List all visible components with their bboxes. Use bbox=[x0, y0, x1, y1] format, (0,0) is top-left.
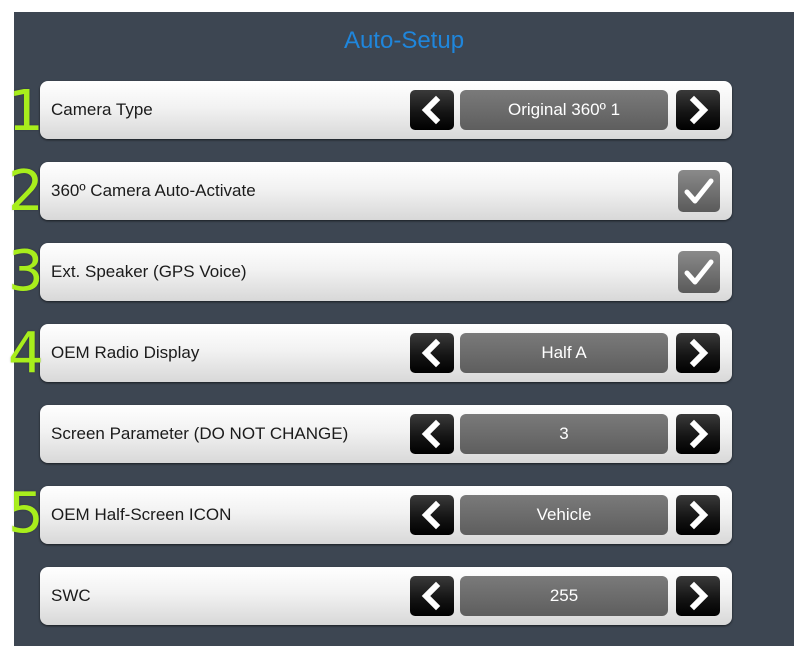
setting-row-screen-parameter: Screen Parameter (DO NOT CHANGE) 3 bbox=[40, 405, 732, 463]
chevron-left-icon bbox=[421, 581, 441, 611]
checkmark-icon bbox=[684, 259, 714, 285]
setting-label: OEM Half-Screen ICON bbox=[51, 505, 232, 524]
checkmark-icon bbox=[684, 178, 714, 204]
annotation-marker-5: 5 bbox=[8, 481, 44, 546]
next-option-button[interactable] bbox=[676, 495, 720, 535]
chevron-left-icon bbox=[421, 419, 441, 449]
previous-option-button[interactable] bbox=[410, 90, 454, 130]
next-option-button[interactable] bbox=[676, 576, 720, 616]
setting-row-oem-half-screen-icon: OEM Half-Screen ICON Vehicle bbox=[40, 486, 732, 544]
auto-activate-checkbox[interactable] bbox=[678, 170, 720, 212]
previous-option-button[interactable] bbox=[410, 576, 454, 616]
setting-row-swc: SWC 255 bbox=[40, 567, 732, 625]
setting-row-ext-speaker[interactable]: Ext. Speaker (GPS Voice) bbox=[40, 243, 732, 301]
next-option-button[interactable] bbox=[676, 333, 720, 373]
annotation-marker-4: 4 bbox=[8, 321, 44, 386]
next-option-button[interactable] bbox=[676, 90, 720, 130]
setting-row-camera-auto-activate[interactable]: 360º Camera Auto-Activate bbox=[40, 162, 732, 220]
auto-setup-screen: Auto-Setup Camera Type Original 360º 1 3… bbox=[14, 12, 794, 646]
option-value: Half A bbox=[460, 333, 668, 373]
next-option-button[interactable] bbox=[676, 414, 720, 454]
setting-label: Camera Type bbox=[51, 100, 153, 119]
annotation-marker-3: 3 bbox=[8, 239, 44, 304]
annotation-marker-1: 1 bbox=[8, 79, 44, 144]
setting-label: OEM Radio Display bbox=[51, 343, 200, 362]
option-value: Vehicle bbox=[460, 495, 668, 535]
setting-label: 360º Camera Auto-Activate bbox=[51, 181, 256, 200]
previous-option-button[interactable] bbox=[410, 414, 454, 454]
chevron-right-icon bbox=[689, 419, 709, 449]
page-title: Auto-Setup bbox=[343, 27, 465, 54]
chevron-left-icon bbox=[421, 500, 441, 530]
chevron-right-icon bbox=[689, 500, 709, 530]
setting-label: Screen Parameter (DO NOT CHANGE) bbox=[51, 424, 349, 443]
annotation-marker-2: 2 bbox=[8, 159, 44, 224]
chevron-right-icon bbox=[689, 95, 709, 125]
setting-label: SWC bbox=[51, 586, 91, 605]
chevron-left-icon bbox=[421, 95, 441, 125]
setting-label: Ext. Speaker (GPS Voice) bbox=[51, 262, 247, 281]
option-value: Original 360º 1 bbox=[460, 90, 668, 130]
option-value: 255 bbox=[460, 576, 668, 616]
ext-speaker-checkbox[interactable] bbox=[678, 251, 720, 293]
setting-row-camera-type: Camera Type Original 360º 1 bbox=[40, 81, 732, 139]
setting-row-oem-radio-display: OEM Radio Display Half A bbox=[40, 324, 732, 382]
previous-option-button[interactable] bbox=[410, 333, 454, 373]
chevron-right-icon bbox=[689, 581, 709, 611]
chevron-left-icon bbox=[421, 338, 441, 368]
previous-option-button[interactable] bbox=[410, 495, 454, 535]
chevron-right-icon bbox=[689, 338, 709, 368]
option-value: 3 bbox=[460, 414, 668, 454]
